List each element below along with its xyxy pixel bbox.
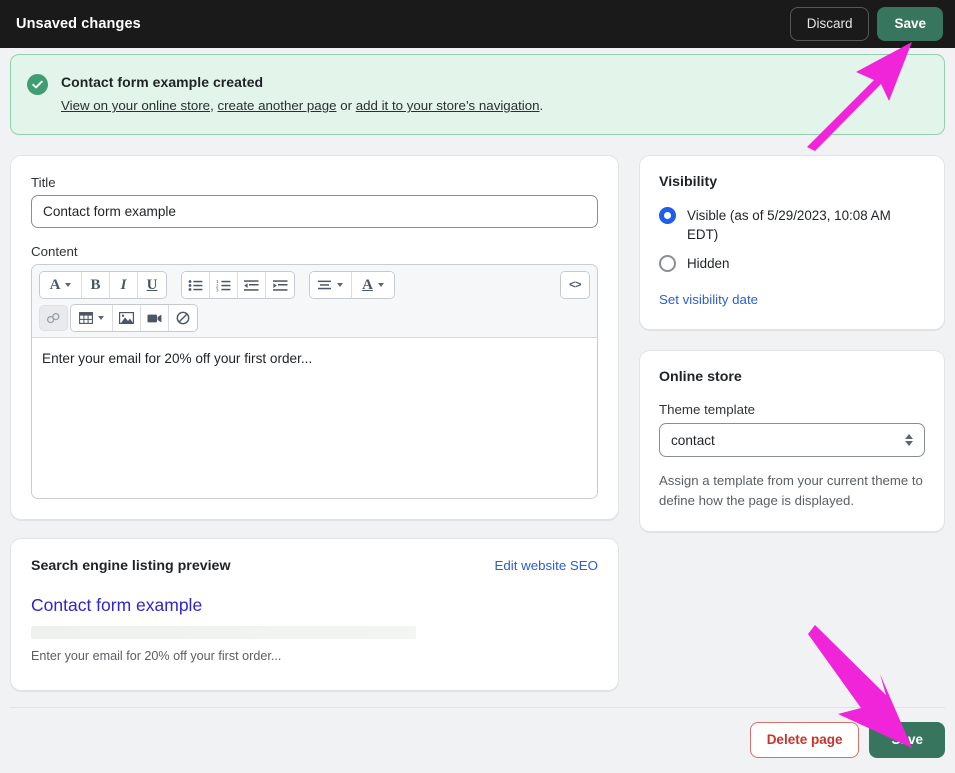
title-field-label: Title — [31, 175, 598, 190]
check-circle-icon — [27, 74, 48, 95]
view-online-store-link[interactable]: View on your online store — [61, 98, 210, 113]
link-icon — [39, 305, 68, 331]
toolbar-row-2 — [39, 304, 590, 332]
code-view-group: <> — [560, 271, 590, 299]
bold-icon[interactable]: B — [82, 272, 110, 298]
code-view-icon[interactable]: <> — [561, 272, 589, 298]
theme-template-value: contact — [671, 433, 715, 448]
banner-subtext: View on your online store, create anothe… — [61, 96, 543, 116]
clear-formatting-icon[interactable] — [169, 305, 197, 331]
font-style-icon[interactable]: A — [40, 272, 82, 298]
visibility-card: Visibility Visible (as of 5/29/2023, 10:… — [639, 155, 945, 330]
seo-result-title[interactable]: Contact form example — [31, 595, 598, 617]
primary-column: Title Content A B — [10, 155, 619, 691]
create-another-page-link[interactable]: create another page — [217, 98, 336, 113]
rich-text-editor: A B I U — [31, 264, 598, 499]
save-button-header[interactable]: Save — [877, 7, 943, 41]
success-banner: Contact form example created View on you… — [10, 54, 945, 135]
italic-icon[interactable]: I — [110, 272, 138, 298]
discard-button[interactable]: Discard — [790, 7, 870, 41]
align-icon[interactable] — [310, 272, 352, 298]
visibility-option-visible[interactable]: Visible (as of 5/29/2023, 10:08 AM EDT) — [659, 206, 925, 245]
page-details-card: Title Content A B — [10, 155, 619, 520]
text-format-group: A B I U — [39, 271, 167, 299]
banner-body: Contact form example created View on you… — [61, 72, 543, 116]
title-input[interactable] — [31, 195, 598, 228]
align-color-group: A — [309, 271, 395, 299]
content-field-label: Content — [31, 244, 598, 259]
editor-content-area[interactable]: Enter your email for 20% off your first … — [32, 338, 597, 498]
add-to-navigation-link[interactable]: add it to your store’s navigation — [356, 98, 540, 113]
indent-icon[interactable] — [266, 272, 294, 298]
contextual-save-bar: Unsaved changes Discard Save — [0, 0, 955, 48]
footer-actions: Delete page Save — [10, 707, 945, 758]
toolbar-row-1: A B I U — [39, 271, 590, 299]
insert-group — [39, 305, 69, 331]
delete-page-button[interactable]: Delete page — [750, 722, 860, 758]
banner-period: . — [540, 98, 544, 113]
seo-card-title: Search engine listing preview — [31, 558, 230, 574]
radio-hidden[interactable] — [659, 255, 676, 272]
bulleted-list-icon[interactable] — [182, 272, 210, 298]
text-color-icon[interactable]: A — [352, 272, 394, 298]
banner-title: Contact form example created — [61, 72, 543, 92]
radio-visible[interactable] — [659, 207, 676, 224]
media-group — [70, 304, 198, 332]
set-visibility-date-link[interactable]: Set visibility date — [659, 292, 758, 307]
online-store-card: Online store Theme template contact Assi… — [639, 350, 945, 532]
list-group: 1 2 3 — [181, 271, 295, 299]
seo-card-header: Search engine listing preview Edit websi… — [31, 558, 598, 574]
unsaved-changes-label: Unsaved changes — [16, 16, 141, 32]
visibility-card-title: Visibility — [659, 174, 925, 190]
svg-text:3: 3 — [216, 287, 219, 292]
visibility-hidden-label: Hidden — [687, 254, 729, 273]
theme-template-label: Theme template — [659, 402, 925, 417]
topbar-actions: Discard Save — [790, 7, 943, 41]
outdent-icon[interactable] — [238, 272, 266, 298]
table-icon[interactable] — [71, 305, 113, 331]
chevron-updown-icon — [905, 434, 913, 446]
save-button-footer[interactable]: Save — [869, 722, 945, 758]
online-store-card-title: Online store — [659, 369, 925, 385]
insert-image-icon[interactable] — [113, 305, 141, 331]
theme-template-help: Assign a template from your current them… — [659, 471, 925, 511]
theme-template-select[interactable]: contact — [659, 423, 925, 457]
numbered-list-icon[interactable]: 1 2 3 — [210, 272, 238, 298]
seo-result-description: Enter your email for 20% off your first … — [31, 648, 598, 666]
edit-website-seo-link[interactable]: Edit website SEO — [495, 558, 598, 573]
seo-url-placeholder — [31, 626, 416, 639]
visibility-visible-label: Visible (as of 5/29/2023, 10:08 AM EDT) — [687, 206, 925, 245]
editor-toolbar: A B I U — [32, 265, 597, 338]
page-root: Unsaved changes Discard Save Contact for… — [0, 0, 955, 773]
underline-icon[interactable]: U — [138, 272, 166, 298]
insert-video-icon[interactable] — [141, 305, 169, 331]
seo-preview-card: Search engine listing preview Edit websi… — [10, 538, 619, 691]
visibility-option-hidden[interactable]: Hidden — [659, 254, 925, 273]
secondary-column: Visibility Visible (as of 5/29/2023, 10:… — [639, 155, 945, 532]
banner-sep-or: or — [337, 98, 356, 113]
